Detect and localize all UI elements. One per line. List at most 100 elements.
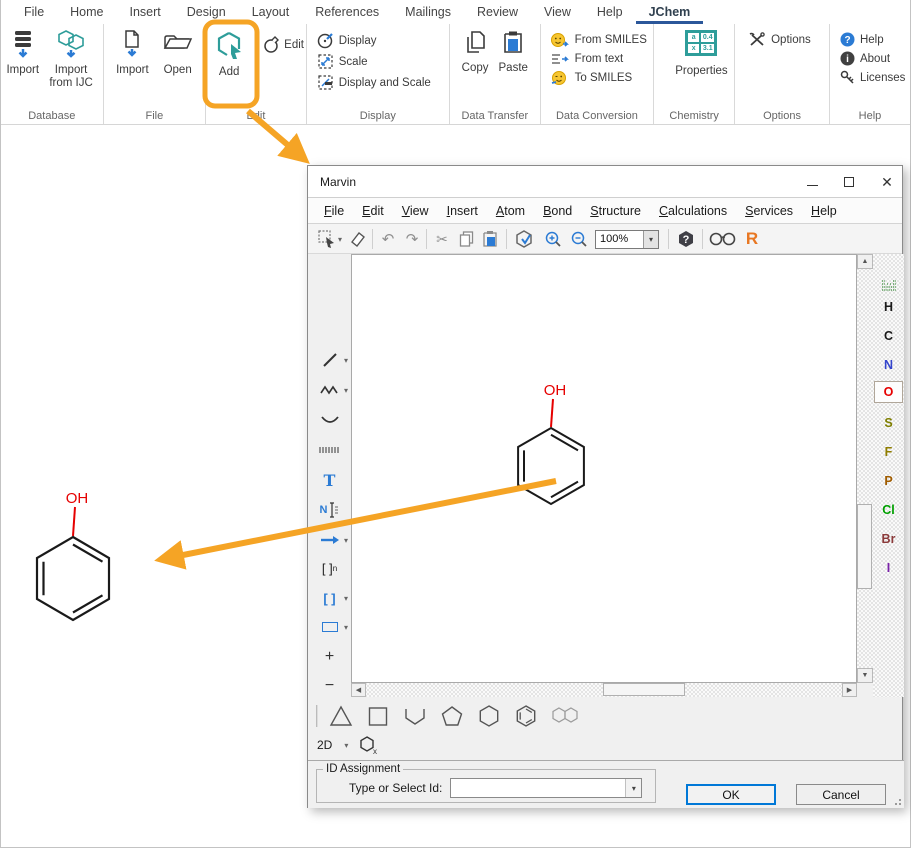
- vertical-scroll-thumb[interactable]: [857, 504, 872, 589]
- id-combobox[interactable]: ▾: [450, 778, 642, 798]
- element-p-button[interactable]: P: [873, 470, 904, 492]
- menu-help[interactable]: Help: [803, 201, 845, 221]
- minimize-icon[interactable]: [807, 179, 818, 186]
- ok-button[interactable]: OK: [686, 784, 776, 805]
- hexagon-x-icon[interactable]: x: [358, 735, 378, 755]
- r-group-tool-button[interactable]: R: [742, 224, 762, 254]
- zoom-dropdown-icon[interactable]: ▾: [643, 231, 658, 248]
- menu-file[interactable]: File: [316, 201, 352, 221]
- marvin-title-bar[interactable]: Marvin ✕: [308, 166, 902, 198]
- tab-insert[interactable]: Insert: [117, 2, 174, 24]
- tab-references[interactable]: References: [302, 2, 392, 24]
- arc-tool[interactable]: [308, 408, 351, 432]
- single-bond-tool[interactable]: ▾: [308, 348, 351, 372]
- dropdown-caret-icon[interactable]: ▾: [344, 536, 348, 545]
- element-h-button[interactable]: H: [873, 296, 904, 318]
- cyclobutane-template-button[interactable]: [365, 704, 391, 728]
- tab-help[interactable]: Help: [584, 2, 636, 24]
- scroll-down-icon[interactable]: ▼: [857, 668, 873, 683]
- zoom-in-button[interactable]: [541, 224, 565, 254]
- display-button[interactable]: Display: [317, 32, 449, 49]
- dimension-mode-label[interactable]: 2D: [317, 738, 332, 752]
- cyclopentane-template-button[interactable]: [439, 704, 465, 728]
- scroll-right-icon[interactable]: ▶: [842, 683, 857, 697]
- reaction-arrow-tool[interactable]: ▾: [308, 528, 351, 552]
- to-smiles-button[interactable]: To SMILES: [551, 70, 654, 86]
- scale-button[interactable]: Scale: [317, 53, 449, 70]
- id-dropdown-icon[interactable]: ▾: [625, 779, 641, 797]
- redo-button[interactable]: ↷: [401, 224, 423, 254]
- from-text-button[interactable]: From text: [551, 52, 654, 66]
- dropdown-caret-icon[interactable]: ▾: [344, 386, 348, 395]
- zoom-level-combobox[interactable]: 100% ▾: [595, 224, 659, 254]
- menu-services[interactable]: Services: [737, 201, 801, 221]
- dropdown-caret-icon[interactable]: ▾: [344, 594, 348, 603]
- options-button[interactable]: Options: [749, 32, 829, 48]
- cancel-button[interactable]: Cancel: [796, 784, 886, 805]
- rectangle-tool[interactable]: ▾: [308, 615, 351, 639]
- maximize-icon[interactable]: [844, 177, 854, 187]
- cut-button[interactable]: ✂: [431, 224, 453, 254]
- toolbar-grip[interactable]: [316, 705, 318, 727]
- mode-dropdown-icon[interactable]: ▾: [344, 741, 348, 750]
- periodic-table-button[interactable]: [873, 274, 904, 296]
- tab-jchem[interactable]: JChem: [636, 2, 704, 24]
- cyclopentadiene-template-button[interactable]: [402, 704, 428, 728]
- resize-grip[interactable]: [892, 796, 901, 805]
- multiline-tool[interactable]: [308, 438, 351, 462]
- close-icon[interactable]: ✕: [880, 175, 894, 189]
- import-database-button[interactable]: Import: [6, 30, 39, 90]
- tab-design[interactable]: Design: [174, 2, 239, 24]
- open-button[interactable]: Open: [163, 30, 193, 77]
- dropdown-caret-icon[interactable]: ▾: [338, 235, 342, 244]
- atom-label-tool[interactable]: N: [308, 498, 351, 522]
- from-smiles-button[interactable]: From SMILES: [551, 32, 654, 48]
- marvin-canvas[interactable]: OH: [351, 254, 857, 683]
- menu-calculations[interactable]: Calculations: [651, 201, 735, 221]
- canvas-horizontal-scrollbar[interactable]: ◀ ▶: [351, 683, 857, 697]
- element-br-button[interactable]: Br: [873, 528, 904, 550]
- element-cl-button[interactable]: Cl: [873, 499, 904, 521]
- marvin-help-button[interactable]: ?: [674, 224, 698, 254]
- text-tool[interactable]: T: [308, 468, 351, 492]
- help-button[interactable]: ? Help: [840, 32, 910, 47]
- tab-review[interactable]: Review: [464, 2, 531, 24]
- menu-structure[interactable]: Structure: [582, 201, 649, 221]
- repeating-group-tool[interactable]: [ ]n: [308, 556, 351, 580]
- copy-button[interactable]: Copy: [462, 30, 489, 75]
- zoom-out-button[interactable]: [567, 224, 591, 254]
- element-n-button[interactable]: N: [873, 354, 904, 376]
- import-from-ijc-button[interactable]: Import from IJC: [45, 30, 97, 90]
- menu-edit[interactable]: Edit: [354, 201, 392, 221]
- cyclopropane-template-button[interactable]: [328, 704, 354, 728]
- bracket-tool[interactable]: [ ] ▾: [308, 586, 351, 610]
- display-and-scale-button[interactable]: Display and Scale: [317, 74, 449, 91]
- element-s-button[interactable]: S: [873, 412, 904, 434]
- dropdown-caret-icon[interactable]: ▾: [344, 623, 348, 632]
- tab-home[interactable]: Home: [57, 2, 116, 24]
- import-file-button[interactable]: Import: [116, 30, 149, 77]
- scroll-left-icon[interactable]: ◀: [351, 683, 366, 697]
- add-structure-button[interactable]: Add: [212, 30, 246, 79]
- element-c-button[interactable]: C: [873, 325, 904, 347]
- element-i-button[interactable]: I: [873, 557, 904, 579]
- paste-button[interactable]: Paste: [499, 30, 528, 75]
- menu-insert[interactable]: Insert: [439, 201, 486, 221]
- menu-bond[interactable]: Bond: [535, 201, 580, 221]
- check-structure-button[interactable]: [511, 224, 537, 254]
- about-button[interactable]: i About: [840, 51, 910, 66]
- element-o-button-selected[interactable]: O: [874, 381, 903, 403]
- naphthalene-template-button[interactable]: [550, 705, 582, 727]
- edit-structure-button[interactable]: Edit: [262, 36, 304, 53]
- id-combobox-value[interactable]: [451, 779, 625, 797]
- tab-file[interactable]: File: [11, 2, 57, 24]
- decrease-charge-tool[interactable]: −: [308, 674, 351, 698]
- benzene-template-button[interactable]: [513, 704, 539, 728]
- chain-tool[interactable]: ▾: [308, 378, 351, 402]
- selection-tool-button[interactable]: ▾: [316, 224, 344, 254]
- paste-tool-button[interactable]: [479, 224, 501, 254]
- tab-layout[interactable]: Layout: [239, 2, 303, 24]
- menu-view[interactable]: View: [394, 201, 437, 221]
- undo-button[interactable]: ↶: [377, 224, 399, 254]
- properties-button[interactable]: a 0.4 x 3.1 Properties: [675, 30, 727, 78]
